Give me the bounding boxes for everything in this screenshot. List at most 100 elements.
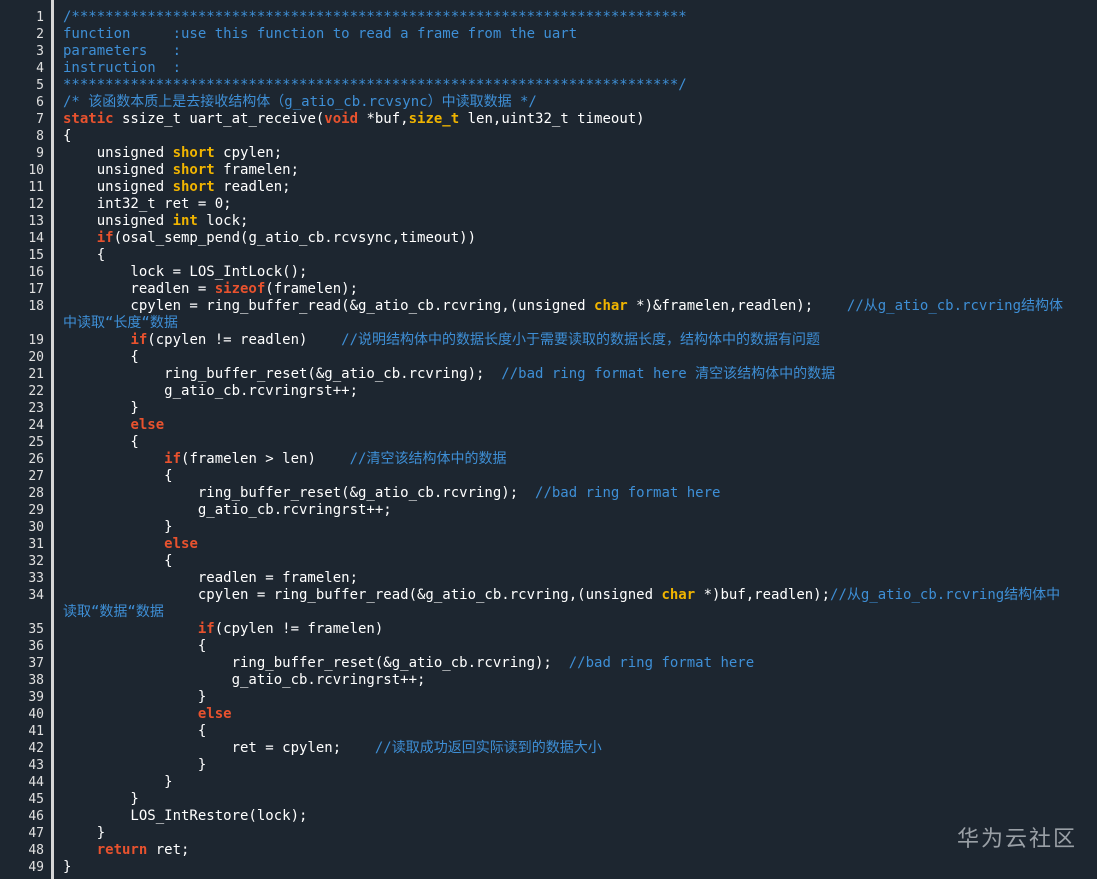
code-line[interactable]: 41 { — [0, 723, 1097, 740]
code-line[interactable]: 16 lock = LOS_IntLock(); — [0, 264, 1097, 281]
code-line[interactable]: 4 instruction : — [0, 60, 1097, 77]
line-number: 29 — [28, 503, 44, 518]
code-keyword: if — [96, 230, 114, 246]
code-line[interactable]: 46 LOS_IntRestore(lock); — [0, 808, 1097, 825]
code-line[interactable]: 18 cpylen = ring_buffer_read(&g_atio_cb.… — [0, 298, 1097, 332]
code-line[interactable]: 31 else — [0, 536, 1097, 553]
code-comment: instruction : — [63, 60, 182, 76]
code-token: (cpylen != framelen) — [214, 621, 384, 637]
line-number: 28 — [28, 486, 44, 501]
code-comment: //从g_atio_cb.rcvring结构体中 — [830, 587, 1061, 603]
code-line[interactable]: 15 { — [0, 247, 1097, 264]
code-line[interactable]: 23 } — [0, 400, 1097, 417]
line-number: 46 — [28, 809, 44, 824]
code-token: len,uint32_t timeout) — [459, 111, 645, 127]
code-line[interactable]: 21 ring_buffer_reset(&g_atio_cb.rcvring)… — [0, 366, 1097, 383]
code-line[interactable]: 35 if(cpylen != framelen) — [0, 621, 1097, 638]
code-comment: function :use this function to read a fr… — [63, 26, 578, 42]
line-number: 33 — [28, 571, 44, 586]
code-editor[interactable]: 1 /**************************************… — [0, 0, 1097, 879]
code-text: } — [63, 519, 1091, 536]
code-text: unsigned short readlen; — [63, 179, 1091, 196]
code-line[interactable]: 43 } — [0, 757, 1097, 774]
line-number: 21 — [28, 367, 44, 382]
code-type: short — [172, 145, 215, 161]
code-keyword: return — [96, 842, 148, 858]
code-line[interactable]: 6 /* 该函数本质上是去接收结构体（g_atio_cb.rcvsync）中读取数… — [0, 94, 1097, 111]
code-token: { — [63, 128, 72, 144]
code-line[interactable]: 12 int32_t ret = 0; — [0, 196, 1097, 213]
code-line[interactable]: 44 } — [0, 774, 1097, 791]
line-number: 13 — [28, 214, 44, 229]
code-token: ssize_t uart_at_receive( — [113, 111, 325, 127]
code-line[interactable]: 40 else — [0, 706, 1097, 723]
code-line[interactable]: 11 unsigned short readlen; — [0, 179, 1097, 196]
code-text: else — [63, 706, 1091, 723]
code-token: { — [63, 468, 173, 484]
line-number: 26 — [28, 452, 44, 467]
code-line[interactable]: 48 return ret; — [0, 842, 1097, 859]
code-line[interactable]: 5 ***************************************… — [0, 77, 1097, 94]
code-line[interactable]: 1 /**************************************… — [0, 9, 1097, 26]
code-line[interactable]: 7 static ssize_t uart_at_receive(void *bu… — [0, 111, 1097, 128]
code-line[interactable]: 42 ret = cpylen; //读取成功返回实际读到的数据大小 — [0, 740, 1097, 757]
code-line[interactable]: 27 { — [0, 468, 1097, 485]
code-line[interactable]: 17 readlen = sizeof(framelen); — [0, 281, 1097, 298]
code-line[interactable]: 47 } — [0, 825, 1097, 842]
code-keyword: else — [197, 706, 232, 722]
code-token: int32_t ret = 0; — [63, 196, 232, 212]
code-line[interactable]: 22 g_atio_cb.rcvringrst++; — [0, 383, 1097, 400]
code-line[interactable]: 49} — [0, 859, 1097, 876]
code-line[interactable]: 19 if(cpylen != readlen) //说明结构体中的数据长度小于… — [0, 332, 1097, 349]
code-token: (framelen); — [265, 281, 359, 297]
code-line[interactable]: 33 readlen = framelen; — [0, 570, 1097, 587]
code-type: char — [594, 298, 628, 314]
line-number: 1 — [36, 10, 44, 25]
code-line[interactable]: 45 } — [0, 791, 1097, 808]
line-number: 43 — [28, 758, 44, 773]
code-text: { — [63, 553, 1091, 570]
line-number: 39 — [28, 690, 44, 705]
code-line[interactable]: 30 } — [0, 519, 1097, 536]
code-line[interactable]: 14 if(osal_semp_pend(g_atio_cb.rcvsync,t… — [0, 230, 1097, 247]
code-line[interactable]: 29 g_atio_cb.rcvringrst++; — [0, 502, 1097, 519]
code-comment: //bad ring format here 清空该结构体中的数据 — [501, 366, 836, 382]
code-line[interactable]: 9 unsigned short cpylen; — [0, 145, 1097, 162]
code-line[interactable]: 39 } — [0, 689, 1097, 706]
code-line[interactable]: 3 parameters : — [0, 43, 1097, 60]
code-line[interactable]: 13 unsigned int lock; — [0, 213, 1097, 230]
code-comment: //读取成功返回实际读到的数据大小 — [374, 740, 602, 756]
code-token: } — [63, 791, 139, 807]
code-line[interactable]: 34 cpylen = ring_buffer_read(&g_atio_cb.… — [0, 587, 1097, 621]
code-token: cpylen; — [214, 145, 283, 161]
code-line[interactable]: 10 unsigned short framelen; — [0, 162, 1097, 179]
code-token: } — [63, 859, 72, 875]
code-line[interactable]: 38 g_atio_cb.rcvringrst++; — [0, 672, 1097, 689]
line-number: 45 — [28, 792, 44, 807]
code-line[interactable]: 37 ring_buffer_reset(&g_atio_cb.rcvring)… — [0, 655, 1097, 672]
line-number: 38 — [28, 673, 44, 688]
line-number: 30 — [28, 520, 44, 535]
code-line[interactable]: 24 else — [0, 417, 1097, 434]
code-line[interactable]: 26 if(framelen > len) //清空该结构体中的数据 — [0, 451, 1097, 468]
code-keyword: sizeof — [214, 281, 266, 297]
code-comment: /***************************************… — [63, 9, 687, 25]
code-line[interactable]: 32 { — [0, 553, 1097, 570]
code-text: { — [63, 349, 1091, 366]
line-number: 10 — [28, 163, 44, 178]
code-line[interactable]: 20 { — [0, 349, 1097, 366]
code-lines[interactable]: 1 /**************************************… — [0, 9, 1097, 876]
code-line[interactable]: 25 { — [0, 434, 1097, 451]
code-text: if(cpylen != readlen) //说明结构体中的数据长度小于需要读… — [63, 332, 1091, 349]
code-token: g_atio_cb.rcvringrst++; — [63, 502, 392, 518]
code-line[interactable]: 28 ring_buffer_reset(&g_atio_cb.rcvring)… — [0, 485, 1097, 502]
line-number: 19 — [28, 333, 44, 348]
code-token: g_atio_cb.rcvringrst++; — [63, 672, 426, 688]
code-line[interactable]: 2 function :use this function to read a f… — [0, 26, 1097, 43]
code-line[interactable]: 36 { — [0, 638, 1097, 655]
line-number: 17 — [28, 282, 44, 297]
code-line[interactable]: 8{ — [0, 128, 1097, 145]
